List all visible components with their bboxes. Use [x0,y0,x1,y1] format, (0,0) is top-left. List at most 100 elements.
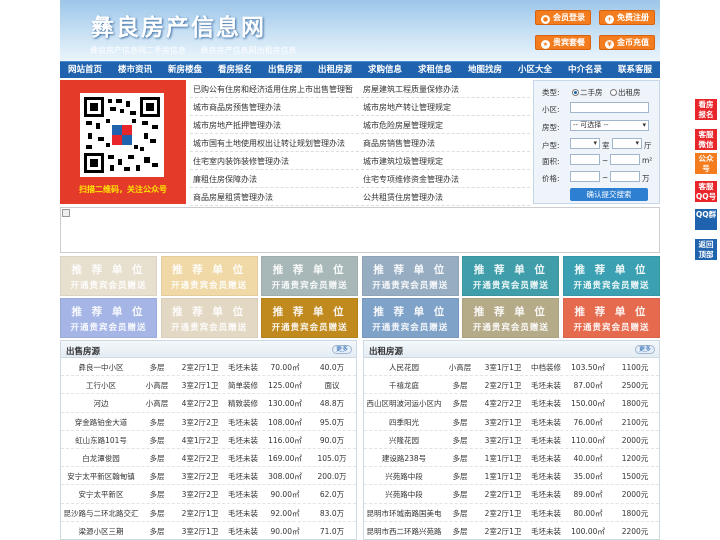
community-name[interactable]: 建设路238号 [364,453,444,464]
nav-for-sale[interactable]: 出售房源 [260,62,310,78]
more-button[interactable]: 更多 [635,345,655,354]
table-row[interactable]: 安宁太平新区翰甸镇 多层 3室2厅2卫 毛坯未装 308.00㎡ 200.0万 [61,467,356,486]
recommended-unit-ad[interactable]: 推 荐 单 位开通贵宾会员赠送 [261,298,359,338]
community-name[interactable]: 彝良一中小区 [61,362,141,373]
price-max-input[interactable] [610,171,640,182]
recommended-unit-ad[interactable]: 推 荐 单 位开通贵宾会员赠送 [462,298,560,338]
community-name[interactable]: 安宁太平新区翰甸镇 [61,471,141,482]
community-name[interactable]: 四季阳光 [364,417,444,428]
policy-link[interactable]: 住宅专项维修资金管理办法 [363,174,459,185]
table-row[interactable]: 虹山东路101号 多层 4室1厅2卫 毛坯未装 116.00㎡ 90.0万 [61,431,356,449]
community-name[interactable]: 工行小区 [61,380,141,391]
type-rental[interactable]: 出租房 [610,87,641,98]
table-row[interactable]: 梁源小区三期 多层 3室2厅1卫 毛坯未装 90.00㎡ 71.0万 [61,522,356,539]
policy-link[interactable]: 城市建筑垃圾管理规定 [363,156,443,167]
area-min-input[interactable] [570,154,600,165]
community-name[interactable]: 兴苑路中段 [364,471,444,482]
community-name[interactable]: 人民花园 [364,362,444,373]
nav-contact-service[interactable]: 联系客服 [610,62,660,78]
table-row[interactable]: 昆明市西二环路兴苑路 多层 2室2厅1卫 毛坯未装 100.00㎡ 2200元 [364,522,659,539]
more-button[interactable]: 更多 [332,345,352,354]
nav-wanted-buy[interactable]: 求购信息 [360,62,410,78]
hall-select[interactable]: ▾ [612,138,642,149]
room-select[interactable]: ▾ [570,138,600,149]
policy-link[interactable]: 商品房屋租赁管理办法 [193,192,273,203]
recommended-unit-ad[interactable]: 推 荐 单 位开通贵宾会员赠送 [462,256,560,296]
float-back-to-top[interactable]: 返回顶部 [695,239,717,260]
community-name[interactable]: 兴隆花园 [364,435,444,446]
recommended-unit-ad[interactable]: 推 荐 单 位开通贵宾会员赠送 [361,256,459,296]
recommended-unit-ad[interactable]: 推 荐 单 位开通贵宾会员赠送 [160,298,258,338]
table-row[interactable]: 千禧龙庭 多层 2室2厅1卫 毛坯未装 87.00㎡ 2500元 [364,376,659,395]
recommended-unit-ad[interactable]: 推 荐 单 位开通贵宾会员赠送 [361,298,459,338]
table-row[interactable]: 河边 小高层 4室2厅2卫 精致装修 130.00㎡ 48.8万 [61,394,356,413]
community-name[interactable]: 昆明市西二环路兴苑路 [364,526,444,537]
community-name[interactable]: 穿金路铂金大道 [61,417,141,428]
community-name[interactable]: 兴苑路中段 [364,489,444,500]
community-name[interactable]: 河边 [61,398,141,409]
radio-icon[interactable] [610,89,617,96]
vip-package-button[interactable]: ★ 贵宾套餐 [535,35,591,50]
table-row[interactable]: 人民花园 小高层 3室1厅1卫 中档装修 103.50㎡ 1100元 [364,358,659,377]
float-official-account[interactable]: 公众号 [695,153,717,174]
price-min-input[interactable] [570,171,600,182]
policy-link[interactable]: 公共租赁住房管理办法 [363,192,443,203]
nav-viewing-signup[interactable]: 看房报名 [210,62,260,78]
radio-icon[interactable] [572,89,579,96]
recommended-unit-ad[interactable]: 推 荐 单 位开通贵宾会员赠送 [60,298,157,338]
table-row[interactable]: 昆沙路与二环北路交汇 多层 2室2厅1卫 毛坯未装 92.00㎡ 83.0万 [61,504,356,522]
recommended-unit-ad[interactable]: 推 荐 单 位开通贵宾会员赠送 [60,256,157,296]
free-register-button[interactable]: + 免费注册 [599,10,655,25]
nav-new-homes[interactable]: 新房楼盘 [160,62,210,78]
recommended-unit-ad[interactable]: 推 荐 单 位开通贵宾会员赠送 [563,256,660,296]
nav-for-rent[interactable]: 出租房源 [310,62,360,78]
policy-link[interactable]: 城市国有土地使用权出让转让规划管理办法 [193,138,345,149]
table-row[interactable]: 昆明市环城南路国美电 多层 2室2厅1卫 毛坯未装 80.00㎡ 1800元 [364,504,659,522]
community-name[interactable]: 昆沙路与二环北路交汇 [61,508,141,519]
policy-link[interactable]: 住宅室内装饰装修管理办法 [193,156,289,167]
nav-agencies[interactable]: 中介名录 [560,62,610,78]
recommended-unit-ad[interactable]: 推 荐 单 位开通贵宾会员赠送 [261,256,359,296]
recommended-unit-ad[interactable]: 推 荐 单 位开通贵宾会员赠送 [160,256,258,296]
community-name[interactable]: 梁源小区三期 [61,526,141,537]
policy-link[interactable]: 已购公有住房和经济适用住房上市出售管理暂 [193,84,353,95]
nav-news[interactable]: 楼市资讯 [110,62,160,78]
community-name[interactable]: 安宁太平新区 [61,489,141,500]
float-service-wechat[interactable]: 客服微信 [695,129,717,150]
community-name[interactable]: 昆明市环城南路国美电 [364,508,444,519]
policy-link[interactable]: 城市房地产转让管理规定 [363,102,451,113]
policy-link[interactable]: 廉租住房保障办法 [193,174,257,185]
float-viewing-signup[interactable]: 看房报名 [695,99,717,120]
site-logo[interactable]: 彝良房产信息网 [91,8,266,42]
table-row[interactable]: 四季阳光 多层 3室2厅1卫 毛坯未装 76.00㎡ 2100元 [364,413,659,431]
table-row[interactable]: 穿金路铂金大道 多层 3室2厅2卫 毛坯未装 108.00㎡ 95.0万 [61,413,356,431]
type-second-hand[interactable]: 二手房 [572,87,603,98]
table-row[interactable]: 兴苑路中段 多层 2室2厅1卫 毛坯未装 89.00㎡ 2000元 [364,485,659,504]
nav-map-search[interactable]: 地图找房 [460,62,510,78]
float-service-qq[interactable]: 客服QQ号 [695,181,717,202]
community-name[interactable]: 千禧龙庭 [364,380,444,391]
table-row[interactable]: 兴苑路中段 多层 1室1厅1卫 毛坯未装 35.00㎡ 1500元 [364,467,659,486]
float-qq-group[interactable]: QQ群 [695,209,717,230]
community-name[interactable]: 白龙潭俊园 [61,453,141,464]
table-row[interactable]: 兴隆花园 多层 3室2厅1卫 毛坯未装 110.00㎡ 2000元 [364,431,659,449]
banner-ad[interactable] [60,207,660,253]
nav-wanted-rent[interactable]: 求租信息 [410,62,460,78]
table-row[interactable]: 工行小区 小高层 3室2厅1卫 简单装修 125.00㎡ 面议 [61,376,356,395]
community-name[interactable]: 虹山东路101号 [61,435,141,446]
table-row[interactable]: 建设路238号 多层 1室1厅1卫 毛坯未装 40.00㎡ 1200元 [364,449,659,468]
community-name[interactable]: 西山区明波河运小区内 [364,398,444,409]
area-max-input[interactable] [610,154,640,165]
policy-link[interactable]: 城市危险房屋管理规定 [363,120,443,131]
housing-select[interactable]: -- 可选择 -- ▾ [570,120,649,131]
table-row[interactable]: 白龙潭俊园 多层 4室2厅2卫 毛坯未装 169.00㎡ 105.0万 [61,449,356,468]
table-row[interactable]: 安宁太平新区 多层 3室2厅2卫 毛坯未装 90.00㎡ 62.0万 [61,485,356,504]
nav-home[interactable]: 网站首页 [60,62,110,78]
nav-communities[interactable]: 小区大全 [510,62,560,78]
policy-link[interactable]: 城市房地产抵押管理办法 [193,120,281,131]
policy-link[interactable]: 商品房销售管理办法 [363,138,435,149]
table-row[interactable]: 西山区明波河运小区内 多层 4室2厅2卫 毛坯未装 150.00㎡ 1800元 [364,394,659,413]
member-login-button[interactable]: ● 会员登录 [535,10,591,25]
policy-link[interactable]: 城市商品房预售管理办法 [193,102,281,113]
recommended-unit-ad[interactable]: 推 荐 单 位开通贵宾会员赠送 [563,298,660,338]
